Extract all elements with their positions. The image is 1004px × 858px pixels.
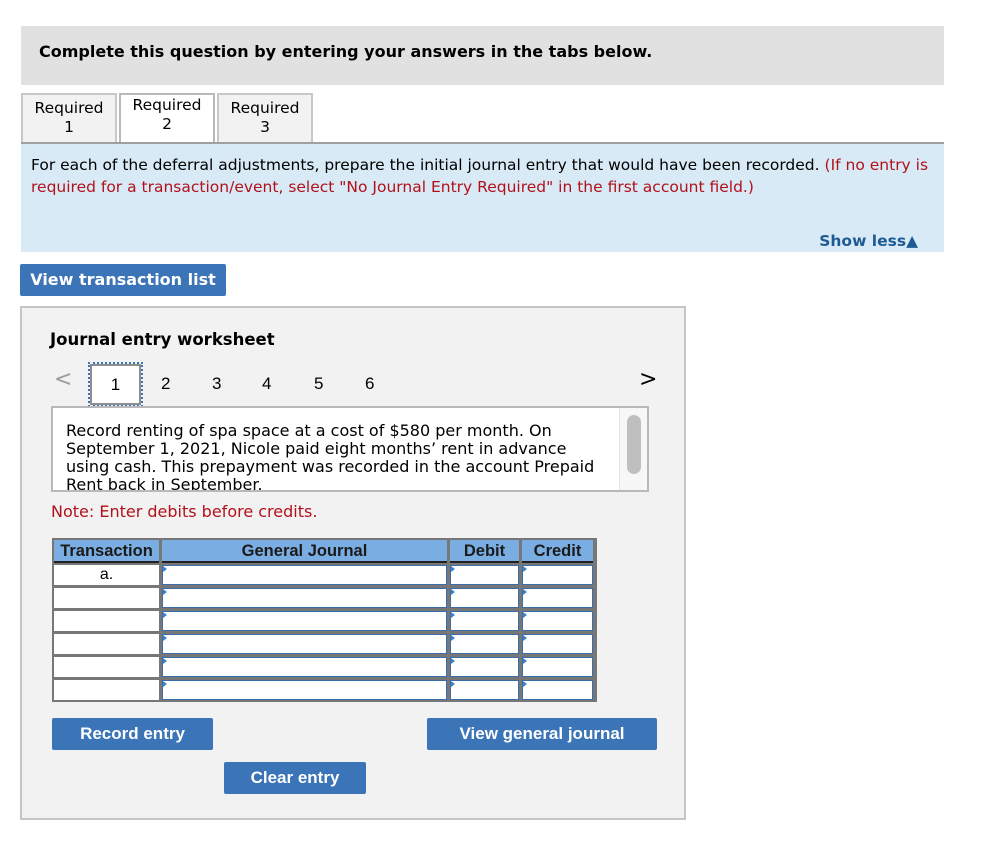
account-select[interactable] <box>162 565 447 585</box>
tab-number: 1 <box>64 118 74 136</box>
debit-credit-note: Note: Enter debits before credits. <box>51 502 318 521</box>
account-select[interactable] <box>162 588 447 608</box>
credit-input[interactable] <box>522 680 593 700</box>
instructions-text: For each of the deferral adjustments, pr… <box>31 154 941 198</box>
page-1[interactable]: 1 <box>88 362 143 407</box>
page-3[interactable]: 3 <box>212 374 221 394</box>
triangle-up-icon: ▲ <box>906 232 918 250</box>
tab-label: Required <box>132 96 202 114</box>
question-instructions: For each of the deferral adjustments, pr… <box>21 142 944 252</box>
header-transaction: Transaction <box>54 540 159 563</box>
transaction-cell <box>54 634 159 654</box>
show-less-link[interactable]: Show less▲ <box>819 232 918 250</box>
worksheet-pager: < 1 2 3 4 5 6 > <box>22 362 684 407</box>
credit-input[interactable] <box>522 565 593 585</box>
account-select[interactable] <box>162 611 447 631</box>
debit-input[interactable] <box>450 565 519 585</box>
account-select[interactable] <box>162 634 447 654</box>
transaction-cell <box>54 680 159 700</box>
transaction-cell <box>54 657 159 677</box>
tab-required-2[interactable]: Required 2 <box>119 93 215 143</box>
debit-input[interactable] <box>450 657 519 677</box>
tab-required-3[interactable]: Required 3 <box>217 93 313 142</box>
tab-number: 3 <box>260 118 270 136</box>
journal-entry-worksheet: Journal entry worksheet < 1 2 3 4 5 6 > … <box>20 306 686 820</box>
show-less-label: Show less <box>819 232 907 250</box>
description-scrollbar[interactable] <box>619 408 647 490</box>
instructions-main-text: For each of the deferral adjustments, pr… <box>31 156 820 174</box>
transaction-description: Record renting of spa space at a cost of… <box>66 421 595 492</box>
transaction-cell: a. <box>54 565 159 585</box>
chevron-left-icon[interactable]: < <box>54 367 72 392</box>
credit-input[interactable] <box>522 634 593 654</box>
credit-input[interactable] <box>522 588 593 608</box>
clear-entry-button[interactable]: Clear entry <box>224 762 366 794</box>
transaction-description-box: Record renting of spa space at a cost of… <box>51 406 649 492</box>
journal-table: Transaction General Journal Debit Credit… <box>52 538 597 702</box>
scrollbar-thumb[interactable] <box>627 415 641 474</box>
page-6[interactable]: 6 <box>365 374 374 394</box>
transaction-cell <box>54 588 159 608</box>
worksheet-title: Journal entry worksheet <box>50 330 275 349</box>
debit-input[interactable] <box>450 634 519 654</box>
account-select[interactable] <box>162 657 447 677</box>
record-entry-button[interactable]: Record entry <box>52 718 213 750</box>
page-2[interactable]: 2 <box>161 374 170 394</box>
tab-label: Required <box>34 99 104 117</box>
header-general-journal: General Journal <box>162 540 447 563</box>
debit-input[interactable] <box>450 680 519 700</box>
tab-required-1[interactable]: Required 1 <box>21 93 117 142</box>
transaction-cell <box>54 611 159 631</box>
credit-input[interactable] <box>522 657 593 677</box>
view-general-journal-button[interactable]: View general journal <box>427 718 657 750</box>
requirement-tabs: Required 1 Required 2 Required 3 <box>21 93 315 143</box>
header-debit: Debit <box>450 540 519 563</box>
header-credit: Credit <box>522 540 593 563</box>
instruction-title: Complete this question by entering your … <box>39 42 653 61</box>
debit-input[interactable] <box>450 611 519 631</box>
tab-number: 2 <box>162 115 172 133</box>
credit-input[interactable] <box>522 611 593 631</box>
account-select[interactable] <box>162 680 447 700</box>
debit-input[interactable] <box>450 588 519 608</box>
tab-label: Required <box>230 99 300 117</box>
page-4[interactable]: 4 <box>262 374 271 394</box>
instruction-banner: Complete this question by entering your … <box>21 26 944 85</box>
chevron-right-icon[interactable]: > <box>639 367 657 392</box>
view-transaction-list-button[interactable]: View transaction list <box>20 264 226 296</box>
page-5[interactable]: 5 <box>314 374 323 394</box>
